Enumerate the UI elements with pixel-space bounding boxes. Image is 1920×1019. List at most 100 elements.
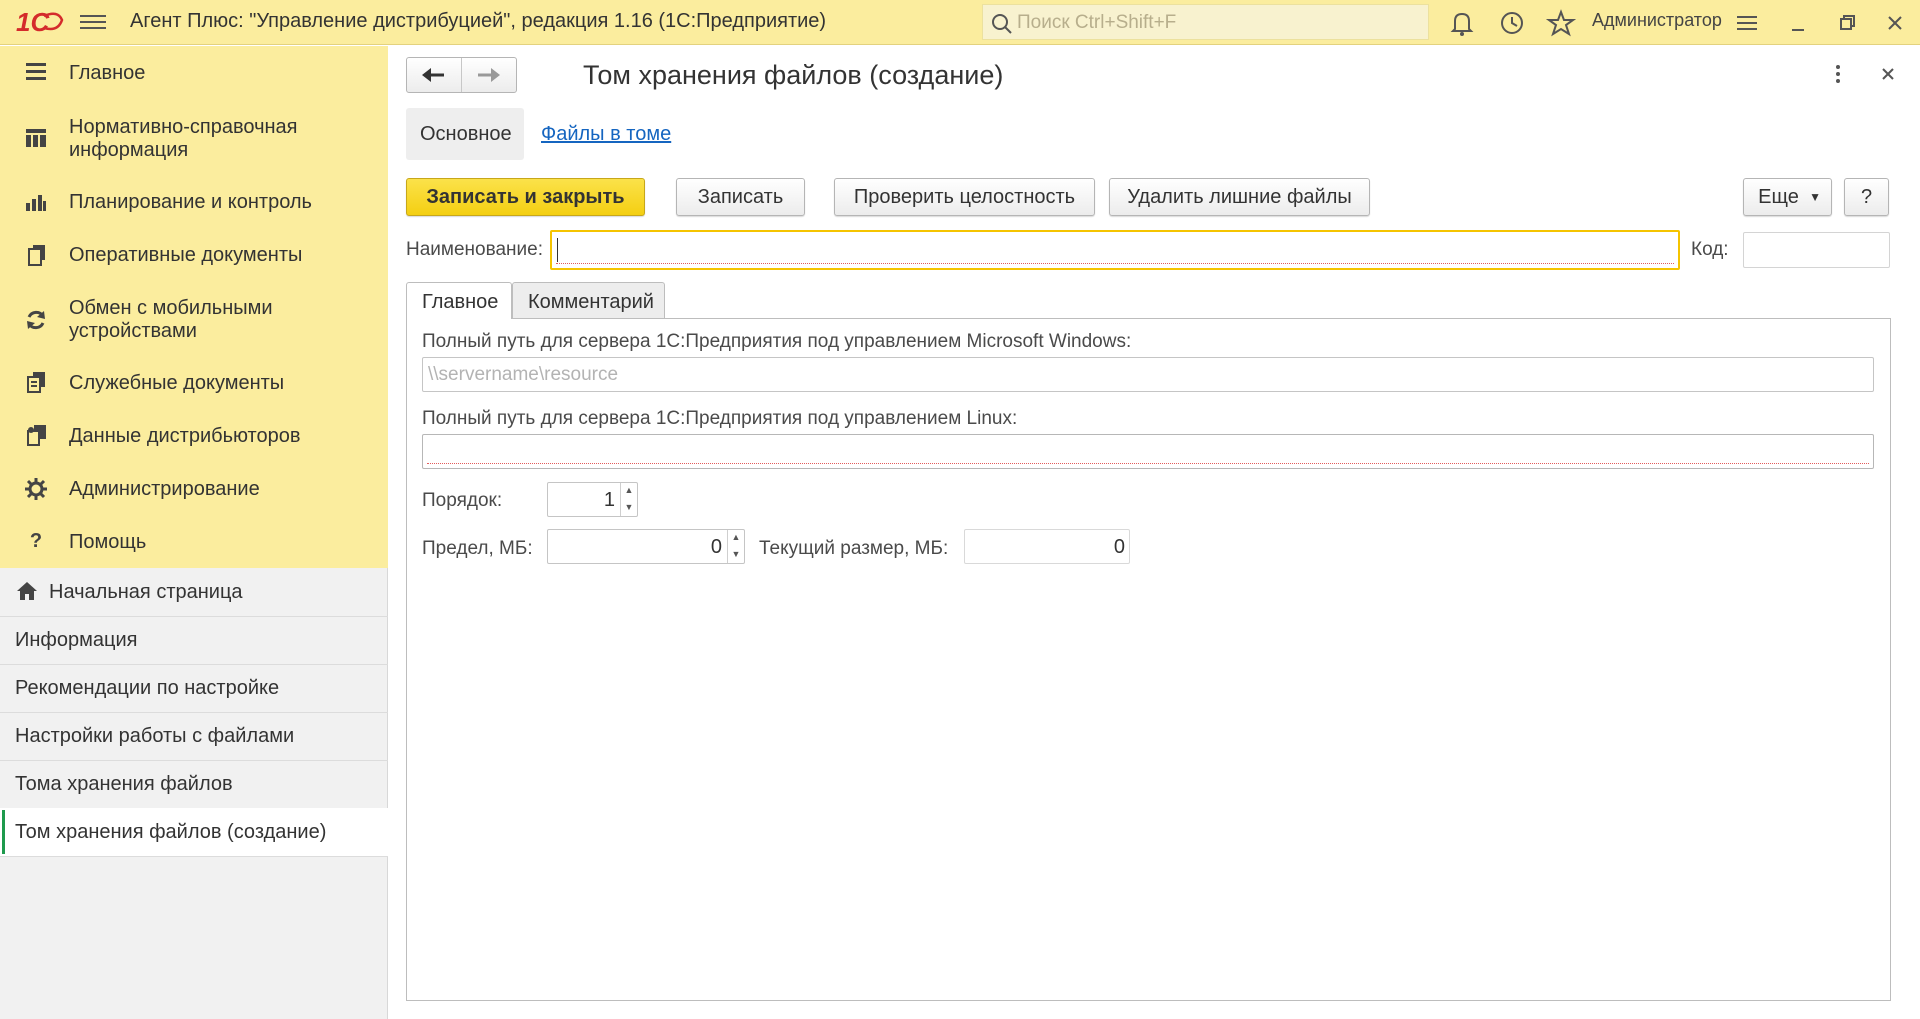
svg-text:1С: 1С [16,7,50,37]
window-item-volume-create[interactable]: Том хранения файлов (создание) [0,808,388,857]
current-size-field: 0 [964,529,1130,564]
user-name[interactable]: Администратор [1592,10,1722,31]
section-planning[interactable]: Планирование и контроль [0,188,388,218]
forward-button[interactable] [462,58,516,92]
bell-icon[interactable] [1447,8,1477,38]
section-distributors[interactable]: Данные дистрибьюторов [0,422,388,452]
window-item-label: Тома хранения файлов [15,773,233,795]
spin-down-icon[interactable]: ▼ [728,547,744,564]
window-item-label: Настройки работы с файлами [15,725,295,747]
search-icon [992,14,1012,34]
text-cursor [557,238,558,262]
section-label: Нормативно-справочная информация [69,116,298,161]
sections-panel: Главное Нормативно-справочная информация… [0,46,388,568]
window-item-info[interactable]: Информация [0,616,388,665]
tab-comment[interactable]: Комментарий [512,282,665,318]
more-button[interactable]: Еще ▼ [1743,178,1832,216]
code-input[interactable] [1743,232,1890,268]
window-item-label: Рекомендации по настройке [15,677,280,699]
limit-stepper[interactable]: 0 ▲ ▼ [547,529,745,564]
window-item-file-volumes[interactable]: Тома хранения файлов [0,760,388,809]
more-button-label: Еще [1758,186,1799,208]
name-input[interactable] [550,230,1680,270]
section-help[interactable]: ? Помощь [0,528,388,558]
order-label: Порядок: [422,490,503,511]
settings-menu-icon[interactable] [1732,8,1762,38]
section-label: Обмен с мобильными устройствами [69,297,273,342]
tab-files-link[interactable]: Файлы в томе [541,123,671,146]
window-item-label: Информация [15,629,138,651]
more-actions-icon[interactable] [1828,62,1848,86]
section-service-docs[interactable]: Служебные документы [0,369,388,399]
search-placeholder: Поиск Ctrl+Shift+F [1017,12,1177,33]
main-menu-icon[interactable] [80,11,106,33]
history-nav [406,57,517,93]
tab-main-nav[interactable]: Основное [406,108,524,160]
distributors-icon [24,423,48,447]
open-windows-panel: Начальная страница Информация Рекомендац… [0,568,388,1019]
section-mobile-exchange[interactable]: Обмен с мобильными устройствами [0,295,388,345]
history-icon[interactable] [1497,8,1527,38]
section-operational-docs[interactable]: Оперативные документы [0,241,388,271]
section-reference-info[interactable]: Нормативно-справочная информация [0,114,388,164]
required-underline [427,463,1869,464]
chart-icon [24,190,48,214]
order-value: 1 [603,489,615,511]
section-label: Оперативные документы [69,244,303,266]
section-label: Помощь [69,531,147,553]
save-button[interactable]: Записать [676,178,805,216]
spin-up-icon[interactable]: ▲ [728,530,744,547]
section-label: Данные дистрибьюторов [69,425,301,447]
search-input[interactable]: Поиск Ctrl+Shift+F [982,4,1429,40]
limit-spin-buttons[interactable]: ▲ ▼ [727,530,744,563]
list-icon [24,60,48,84]
window-item-recommendations[interactable]: Рекомендации по настройке [0,664,388,713]
tab-label: Главное [422,291,499,313]
spin-up-icon[interactable]: ▲ [621,483,637,500]
spin-down-icon[interactable]: ▼ [621,500,637,517]
sync-icon [24,308,48,332]
windows-path-placeholder: \\servername\resource [428,364,619,385]
window-item-file-settings[interactable]: Настройки работы с файлами [0,712,388,761]
current-size-value: 0 [1113,536,1125,558]
code-label: Код: [1691,239,1729,260]
window-item-label: Начальная страница [49,581,243,603]
tab-label: Комментарий [528,291,654,313]
star-icon[interactable] [1545,8,1577,38]
form-title: Том хранения файлов (создание) [583,60,1004,90]
arrow-left-icon [422,68,444,82]
linux-path-input[interactable] [422,434,1874,469]
close-form-icon[interactable] [1876,62,1900,86]
tab-panel-main: Полный путь для сервера 1С:Предприятия п… [406,318,1891,1001]
section-label: Служебные документы [69,372,285,394]
check-integrity-button[interactable]: Проверить целостность [834,178,1095,216]
home-icon [16,581,38,607]
help-button[interactable]: ? [1844,178,1889,216]
windows-path-input[interactable]: \\servername\resource [422,357,1874,392]
catalog-icon [24,126,48,150]
section-main[interactable]: Главное [0,60,388,90]
delete-extra-files-button[interactable]: Удалить лишние файлы [1109,178,1370,216]
top-bar: 1С Агент Плюс: "Управление дистрибуцией"… [0,0,1920,45]
limit-label: Предел, МБ: [422,538,533,559]
section-label: Планирование и контроль [69,191,312,213]
tab-main[interactable]: Главное [406,282,512,319]
required-underline [556,263,1674,264]
section-label: Главное [69,62,146,84]
close-app-icon[interactable] [1880,8,1910,38]
section-administration[interactable]: Администрирование [0,475,388,505]
service-docs-icon [24,370,48,394]
restore-icon[interactable] [1832,8,1862,38]
1c-logo[interactable]: 1С [14,6,66,38]
minimize-icon[interactable] [1783,8,1813,38]
name-label: Наименование: [406,239,543,260]
save-close-button[interactable]: Записать и закрыть [406,178,645,216]
back-button[interactable] [407,58,462,92]
form-area: Том хранения файлов (создание) Основное … [388,46,1920,1019]
limit-value: 0 [710,536,722,558]
order-spin-buttons[interactable]: ▲ ▼ [620,483,637,516]
order-stepper[interactable]: 1 ▲ ▼ [547,482,638,517]
window-item-home[interactable]: Начальная страница [0,568,388,617]
gear-icon [24,477,48,501]
arrow-right-icon [478,68,500,82]
